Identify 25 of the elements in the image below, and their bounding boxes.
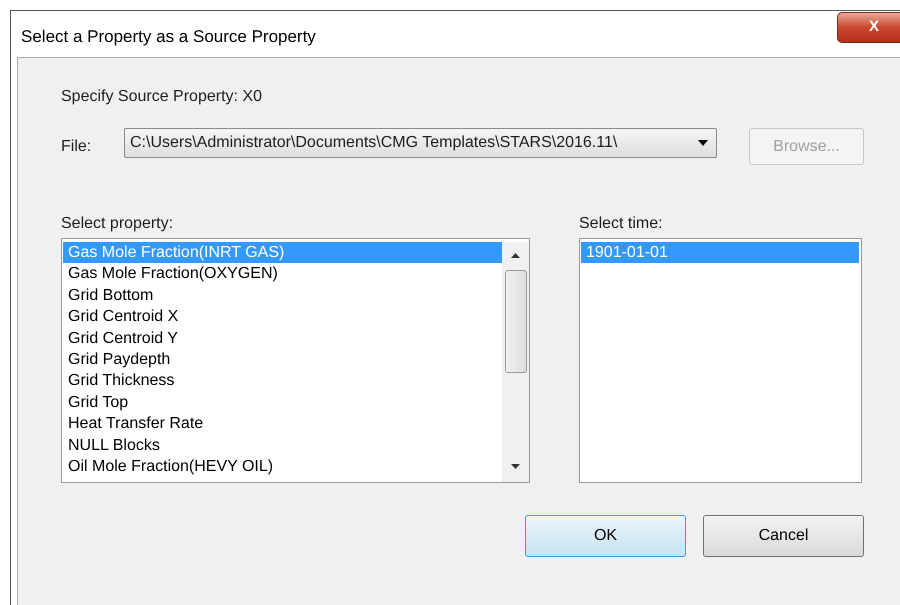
window-title: Select a Property as a Source Property	[21, 26, 316, 48]
file-dropdown[interactable]: C:\Users\Administrator\Documents\CMG Templates\STARS\2016.11\	[124, 128, 717, 158]
list-item[interactable]: Grid Bottom	[63, 284, 502, 306]
property-list[interactable]: Gas Mole Fraction(INRT GAS) Gas Mole Fraction(OXYGEN) Grid Bottom Grid Centroid X Grid Centroid Y Grid Paydepth Grid Thickness Grid Top Heat Transfer Rate NULL Blocks Oil Mole Fraction(HEVY OIL)	[61, 238, 530, 483]
list-item[interactable]: Grid Centroid Y	[63, 328, 502, 349]
dropdown-arrow-icon	[698, 140, 708, 146]
list-item[interactable]: Grid Centroid X	[63, 306, 502, 328]
list-item[interactable]: NULL Blocks	[63, 434, 502, 456]
list-item[interactable]: Gas Mole Fraction(OXYGEN)	[63, 263, 502, 285]
source-property-label: Specify Source Property: X0	[61, 87, 263, 105]
list-item[interactable]: Oil Mole Fraction(HEVY OIL)	[63, 456, 502, 478]
dialog-button[interactable]: OK	[525, 515, 686, 557]
list-item[interactable]: Grid Thickness	[63, 370, 502, 392]
close-button[interactable]: X	[837, 12, 900, 43]
scroll-up-icon	[511, 253, 520, 258]
scroll-thumb[interactable]	[504, 270, 526, 373]
time-list-label: Select time:	[579, 214, 664, 232]
dialog-button[interactable]: Cancel	[703, 515, 864, 557]
list-item[interactable]: Heat Transfer Rate	[63, 413, 502, 435]
scroll-down-icon	[511, 464, 520, 469]
list-item[interactable]: Grid Top	[63, 392, 502, 414]
list-item[interactable]: Grid Paydepth	[63, 348, 502, 370]
file-label: File:	[61, 136, 92, 156]
scrollbar[interactable]	[502, 242, 529, 482]
property-list-label: Select property:	[61, 214, 174, 232]
